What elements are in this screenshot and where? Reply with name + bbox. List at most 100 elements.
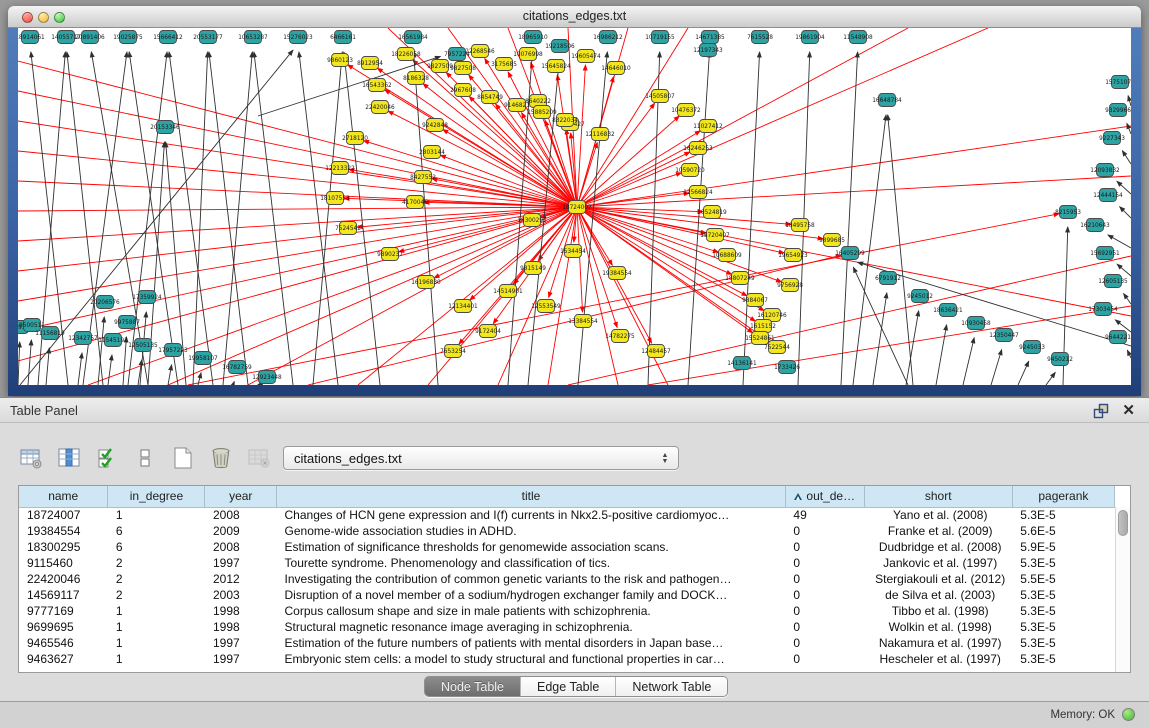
table-cell[interactable]: 18724007 <box>19 507 108 523</box>
graph-node[interactable]: 12484457 <box>641 345 671 358</box>
graph-node[interactable]: 14782275 <box>605 330 635 343</box>
table-selector-dropdown[interactable]: citations_edges.txt ▲▼ <box>283 446 679 470</box>
table-cell[interactable]: Yano et al. (2008) <box>864 507 1012 523</box>
table-cell[interactable]: Jankovic et al. (1997) <box>864 555 1012 571</box>
column-header-name[interactable]: name <box>19 486 108 507</box>
graph-node[interactable]: 16210643 <box>1080 219 1110 232</box>
graph-node[interactable]: 12923448 <box>252 371 282 384</box>
table-cell[interactable]: 2008 <box>205 507 277 523</box>
table-cell[interactable]: 19384554 <box>19 523 108 539</box>
table-row[interactable]: 1938455462009Genome-wide association stu… <box>19 523 1115 539</box>
graph-node[interactable]: 12444154 <box>1093 189 1123 202</box>
table-cell[interactable]: 5.3E-5 <box>1012 651 1114 667</box>
graph-node[interactable]: 8454749 <box>477 91 503 104</box>
table-row[interactable]: 911546021997Tourette syndrome. Phenomeno… <box>19 555 1115 571</box>
checkbox-list-icon[interactable] <box>132 445 158 471</box>
table-cell[interactable]: 1 <box>108 651 205 667</box>
graph-node[interactable]: 9245012 <box>907 290 933 303</box>
new-table-icon[interactable] <box>170 445 196 471</box>
table-cell[interactable]: 5.3E-5 <box>1012 555 1114 571</box>
table-cell[interactable]: 0 <box>785 635 864 651</box>
graph-node[interactable]: 10076998 <box>513 48 543 61</box>
table-row[interactable]: 969969511998Structural magnetic resonanc… <box>19 619 1115 635</box>
table-cell[interactable]: 2 <box>108 571 205 587</box>
graph-node[interactable]: 14505807 <box>645 90 675 103</box>
graph-node[interactable]: 10590720 <box>675 164 705 177</box>
table-cell[interactable]: 22420046 <box>19 571 108 587</box>
graph-node[interactable]: 15751074 <box>1105 76 1131 89</box>
column-header-pagerank[interactable]: pagerank <box>1012 486 1114 507</box>
graph-node[interactable]: 7615528 <box>747 31 773 44</box>
column-header-short[interactable]: short <box>864 486 1012 507</box>
table-cell[interactable]: 5.3E-5 <box>1012 603 1114 619</box>
table-cell[interactable]: Hescheler et al. (1997) <box>864 651 1012 667</box>
table-settings-icon[interactable] <box>18 445 44 471</box>
table-cell[interactable]: 9463627 <box>19 651 108 667</box>
table-cell[interactable]: Embryonic stem cells: a model to study s… <box>277 651 786 667</box>
tab-edge-table[interactable]: Edge Table <box>520 677 615 696</box>
column-header-in_degree[interactable]: in_degree <box>108 486 205 507</box>
table-cell[interactable]: 1997 <box>205 635 277 651</box>
graph-node[interactable]: 12197343 <box>693 44 723 57</box>
graph-node[interactable]: 2803144 <box>419 146 445 159</box>
column-chooser-icon[interactable] <box>56 445 82 471</box>
graph-node[interactable]: 10930458 <box>961 317 991 330</box>
table-cell[interactable]: de Silva et al. (2003) <box>864 587 1012 603</box>
table-cell[interactable]: 49 <box>785 507 864 523</box>
graph-node[interactable]: 18636421 <box>933 304 963 317</box>
table-cell[interactable]: 2 <box>108 555 205 571</box>
graph-node[interactable]: 15276023 <box>283 31 313 44</box>
table-cell[interactable]: 0 <box>785 651 864 667</box>
table-cell[interactable]: Dudbridge et al. (2008) <box>864 539 1012 555</box>
table-scrollbar[interactable] <box>1115 507 1130 672</box>
table-cell[interactable]: Corpus callosum shape and size in male p… <box>277 603 786 619</box>
table-cell[interactable]: 0 <box>785 619 864 635</box>
graph-node[interactable]: 2967608 <box>450 84 476 97</box>
graph-node[interactable]: 17359924 <box>132 291 162 304</box>
graph-node[interactable]: 8186328 <box>403 72 429 85</box>
table-cell[interactable]: 1 <box>108 619 205 635</box>
graph-node[interactable]: 9245033 <box>1019 341 1045 354</box>
graph-node[interactable]: 8215953 <box>1055 206 1081 219</box>
delete-trash-icon[interactable] <box>208 445 234 471</box>
table-scrollbar-thumb[interactable] <box>1118 510 1128 536</box>
table-cell[interactable]: 2009 <box>205 523 277 539</box>
graph-node[interactable]: 17303454 <box>1088 303 1118 316</box>
graph-node[interactable]: 9450212 <box>1047 353 1073 366</box>
table-row[interactable]: 1456911722003Disruption of a novel membe… <box>19 587 1115 603</box>
table-cell[interactable]: 1997 <box>205 555 277 571</box>
float-panel-icon[interactable] <box>1093 403 1109 419</box>
graph-node[interactable]: 20891406 <box>75 31 105 44</box>
graph-node[interactable]: 19861904 <box>795 31 825 44</box>
column-header-out_de[interactable]: out_de… <box>785 486 864 507</box>
table-cell[interactable]: Stergiakouli et al. (2012) <box>864 571 1012 587</box>
table-cell[interactable]: 0 <box>785 587 864 603</box>
table-cell[interactable]: 9777169 <box>19 603 108 619</box>
graph-node[interactable]: 9329966 <box>1105 104 1131 117</box>
graph-node[interactable]: 12093832 <box>1090 164 1120 177</box>
table-cell[interactable]: Estimation of significance thresholds fo… <box>277 539 786 555</box>
graph-node[interactable]: 16648784 <box>872 94 902 107</box>
graph-node[interactable]: 14514901 <box>493 285 523 298</box>
graph-node[interactable]: 9644221 <box>1105 331 1131 344</box>
graph-node[interactable]: 12605135 <box>1098 275 1128 288</box>
table-cell[interactable]: 5.3E-5 <box>1012 587 1114 603</box>
network-canvas[interactable]: 1891406114055717208914061902587515666412… <box>18 28 1131 385</box>
graph-node[interactable]: 9899685 <box>819 234 845 247</box>
table-cell[interactable]: 1998 <box>205 603 277 619</box>
graph-node[interactable]: 18965910 <box>518 31 548 44</box>
table-cell[interactable]: 9465546 <box>19 635 108 651</box>
table-cell[interactable]: Disruption of a novel member of a sodium… <box>277 587 786 603</box>
graph-node[interactable]: 19218506 <box>545 40 575 53</box>
tab-node-table[interactable]: Node Table <box>425 677 520 696</box>
table-cell[interactable]: Genome-wide association studies in ADHD. <box>277 523 786 539</box>
table-cell[interactable]: 5.5E-5 <box>1012 571 1114 587</box>
table-cell[interactable]: 0 <box>785 539 864 555</box>
table-cell[interactable]: 5.3E-5 <box>1012 507 1114 523</box>
graph-node[interactable]: 19654923 <box>778 249 808 262</box>
table-cell[interactable]: 9699695 <box>19 619 108 635</box>
table-cell[interactable]: 0 <box>785 603 864 619</box>
graph-node[interactable]: 9756928 <box>777 279 803 292</box>
citation-network-graph[interactable]: 1891406114055717208914061902587515666412… <box>18 28 1131 385</box>
graph-node[interactable]: 9242848 <box>422 119 448 132</box>
